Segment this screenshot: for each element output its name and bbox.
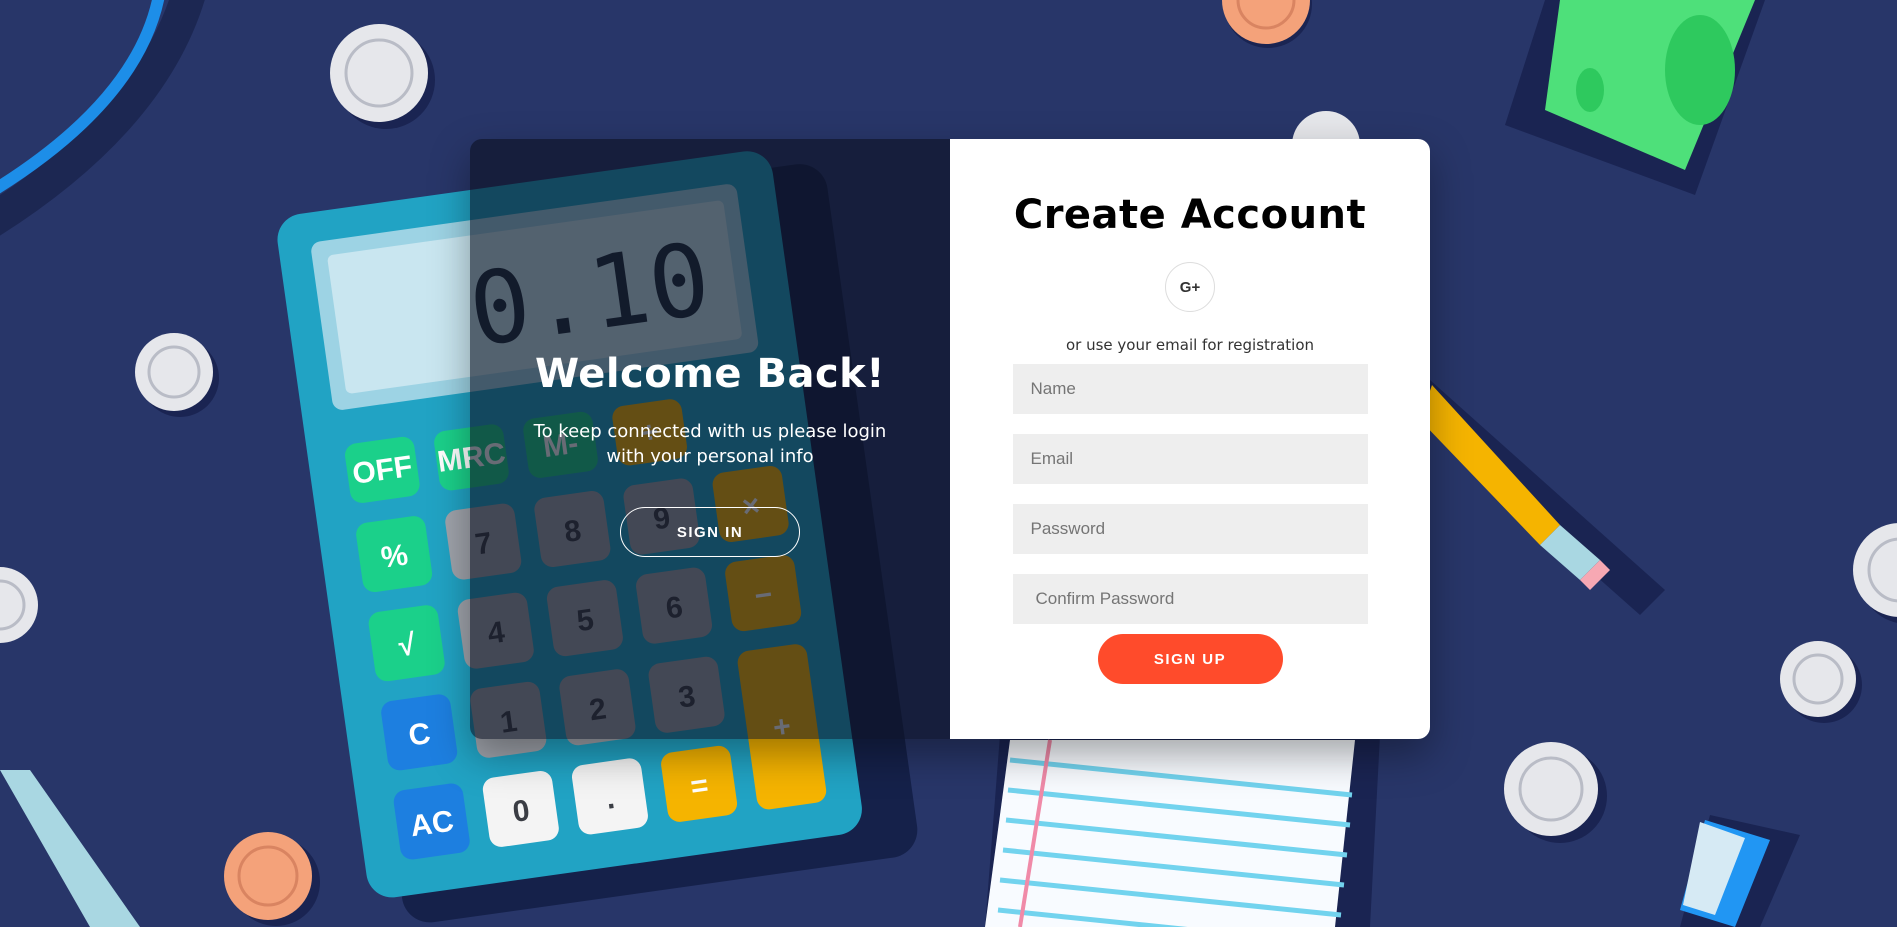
password-field[interactable] [1012, 504, 1368, 554]
svg-text:C: C [407, 717, 433, 753]
welcome-title: Welcome Back! [535, 351, 885, 397]
sign-up-button[interactable]: SIGN UP [1097, 634, 1283, 684]
google-plus-icon: G+ [1179, 278, 1201, 296]
form-title: Create Account [1013, 192, 1367, 238]
confirm-password-field[interactable] [1012, 574, 1368, 624]
auth-card: Welcome Back! To keep connected with us … [470, 139, 1430, 739]
welcome-text: To keep connected with us please login w… [533, 421, 887, 467]
signup-form: Create Account G+ or use your email for … [950, 139, 1430, 739]
registration-hint: or use your email for registration [1066, 336, 1314, 354]
svg-text:AC: AC [408, 805, 456, 844]
notepad [985, 735, 1380, 927]
sign-in-button[interactable]: SIGN IN [620, 507, 800, 557]
email-field[interactable] [1012, 434, 1368, 484]
welcome-overlay-panel: Welcome Back! To keep connected with us … [470, 139, 950, 739]
svg-text:%: % [379, 538, 410, 574]
google-plus-button[interactable]: G+ [1165, 262, 1215, 312]
name-field[interactable] [1012, 364, 1368, 414]
